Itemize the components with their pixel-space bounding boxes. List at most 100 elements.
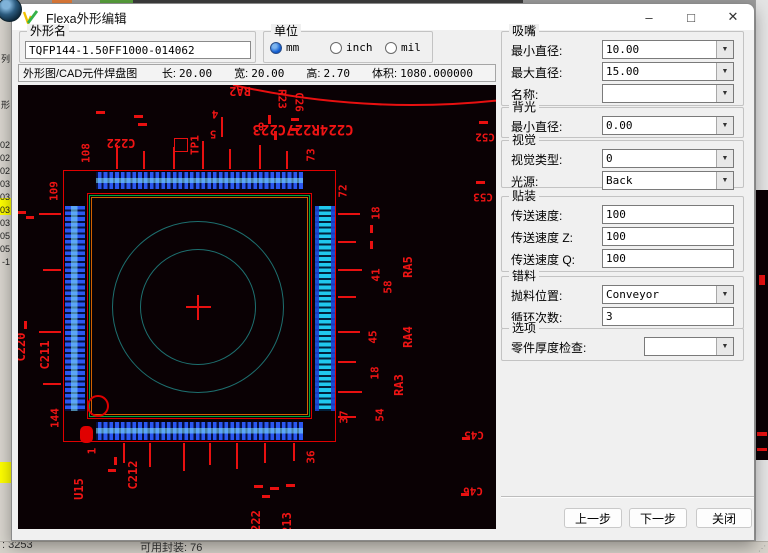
minimize-button[interactable]: –	[628, 4, 670, 30]
field-combobox[interactable]: 0.00 ▼	[602, 116, 734, 135]
field-input[interactable]: 100	[602, 227, 734, 246]
field-row: 传送速度 Z: 100	[502, 227, 743, 247]
silkscreen-label: 58	[381, 280, 395, 294]
field-label: 传送速度:	[511, 209, 563, 223]
unit-radio-mm[interactable]: mm	[270, 41, 299, 54]
group-title: 吸嘴	[509, 24, 540, 38]
background-list-item: 列	[0, 54, 10, 64]
silkscreen-mark	[461, 493, 469, 496]
radio-label: inch	[346, 41, 373, 54]
silkscreen-mark	[476, 181, 485, 184]
background-list-item: 02	[0, 166, 10, 176]
dropdown-arrow-icon[interactable]: ▼	[716, 172, 733, 189]
dropdown-arrow-icon[interactable]: ▼	[716, 286, 733, 303]
background-highlight-row	[0, 462, 11, 483]
wizard-button-3[interactable]: 关闭	[696, 508, 752, 528]
group-title: 视觉	[509, 133, 540, 147]
background-list-item: 02	[0, 140, 10, 150]
silkscreen-mark	[262, 495, 270, 498]
background-list-item: 05	[0, 244, 10, 254]
unit-radio-inch[interactable]: inch	[330, 41, 373, 54]
silkscreen-mark	[338, 296, 356, 298]
silkscreen-label: 144	[48, 408, 62, 428]
resize-grip[interactable]: ⋰	[758, 544, 766, 553]
field-combobox[interactable]: Back ▼	[602, 171, 734, 190]
title-bar[interactable]: Flexa外形编辑 – □ ✕	[12, 4, 754, 30]
dropdown-arrow-icon[interactable]: ▼	[716, 63, 733, 80]
field-row: 零件厚度检查: ▼	[502, 337, 743, 357]
unit-radio-mil[interactable]: mil	[385, 41, 421, 54]
field-combobox[interactable]: Conveyor ▼	[602, 285, 734, 304]
field-label: 传送速度 Q:	[511, 253, 576, 267]
silkscreen-label: C53	[473, 190, 493, 204]
silkscreen-label: C211	[38, 340, 52, 370]
group-吸嘴: 吸嘴 最小直径: 10.00 ▼ 最大直径: 15.00 ▼ 名称: ▼	[501, 24, 744, 106]
silkscreen-mark	[108, 469, 116, 472]
field-combobox[interactable]: ▼	[602, 84, 734, 103]
field-combobox[interactable]: 10.00 ▼	[602, 40, 734, 59]
dropdown-arrow-icon[interactable]: ▼	[716, 117, 733, 134]
silkscreen-mark	[291, 118, 299, 121]
silkscreen-label: R23	[275, 89, 289, 109]
silkscreen-label: 73	[304, 148, 318, 162]
shape-name-input[interactable]: TQFP144-1.50FF1000-014062	[25, 41, 251, 59]
field-label: 抛料位置:	[511, 289, 563, 303]
background-list-item: 05	[0, 231, 10, 241]
silkscreen-label: 72	[336, 184, 350, 198]
button-separator	[501, 496, 754, 498]
silkscreen-mark	[26, 216, 34, 219]
field-input[interactable]: 100	[602, 249, 734, 268]
field-combobox[interactable]: ▼	[644, 337, 734, 356]
silkscreen-mark	[338, 416, 356, 418]
silkscreen-label: 222	[249, 510, 263, 529]
dropdown-arrow-icon[interactable]: ▼	[716, 85, 733, 102]
group-title: 错料	[509, 269, 540, 283]
silkscreen-mark	[268, 115, 271, 124]
silkscreen-label: C26	[292, 92, 306, 112]
silkscreen-mark	[116, 145, 118, 169]
field-combobox[interactable]: 0 ▼	[602, 149, 734, 168]
view-label: 外形图/CAD元件焊盘图	[23, 68, 138, 80]
field-combobox[interactable]: 15.00 ▼	[602, 62, 734, 81]
pad-column-left	[65, 206, 85, 411]
dropdown-arrow-icon[interactable]: ▼	[716, 338, 733, 355]
radio-icon	[330, 41, 342, 54]
field-input[interactable]: 100	[602, 205, 734, 224]
maximize-button[interactable]: □	[670, 4, 712, 30]
silkscreen-mark	[39, 331, 61, 333]
wizard-button-1[interactable]: 上一步	[564, 508, 622, 528]
dropdown-arrow-icon[interactable]: ▼	[716, 150, 733, 167]
close-button[interactable]: ✕	[712, 4, 754, 30]
background-status-bar: : 3253 可用封装: 76 ⋰	[0, 541, 768, 553]
silkscreen-label: 54	[373, 408, 387, 422]
field-label: 最小直径:	[511, 44, 563, 58]
silkscreen-label: 18	[369, 206, 383, 220]
field-value: 100	[606, 252, 626, 265]
wizard-button-2[interactable]: 下一步	[629, 508, 687, 528]
silkscreen-label: 18	[368, 366, 382, 380]
status-count: : 3253	[2, 541, 33, 551]
field-value: Conveyor	[606, 288, 659, 301]
field-value: 100	[606, 208, 626, 221]
silkscreen-mark	[43, 383, 61, 385]
silkscreen-label: 45	[366, 330, 380, 344]
dimensions-info-bar: 外形图/CAD元件焊盘图 长: 20.00 宽: 20.00 高: 2.70 体…	[18, 64, 496, 82]
unit-group: 单位 mm inch mil	[263, 24, 433, 63]
silkscreen-label: U15	[72, 478, 86, 500]
field-row: 传送速度 Q: 100	[502, 249, 743, 269]
background-list-strip: 列形 02 02 02 03 03 03 03 05 05 -1	[0, 0, 11, 553]
field-input[interactable]: 3	[602, 307, 734, 326]
field-row: 最大直径: 15.00 ▼	[502, 62, 743, 82]
field-value: 0.00	[606, 119, 633, 132]
group-视觉: 视觉 视觉类型: 0 ▼ 光源: Back ▼	[501, 133, 744, 190]
pcb-canvas[interactable]: C224R227C223 RA2 R23 C26 C222 TP1 4 5 8 108 73 109 7…	[18, 85, 496, 529]
silkscreen-label: RA4	[401, 326, 415, 348]
silkscreen-mark	[236, 443, 238, 469]
silkscreen-label: RA2	[229, 85, 251, 98]
center-cross-icon	[197, 295, 199, 320]
dropdown-arrow-icon[interactable]: ▼	[716, 41, 733, 58]
radio-icon	[270, 41, 282, 54]
silkscreen-label: 4	[211, 107, 219, 121]
silkscreen-mark	[286, 151, 288, 169]
silkscreen-mark	[96, 111, 105, 114]
